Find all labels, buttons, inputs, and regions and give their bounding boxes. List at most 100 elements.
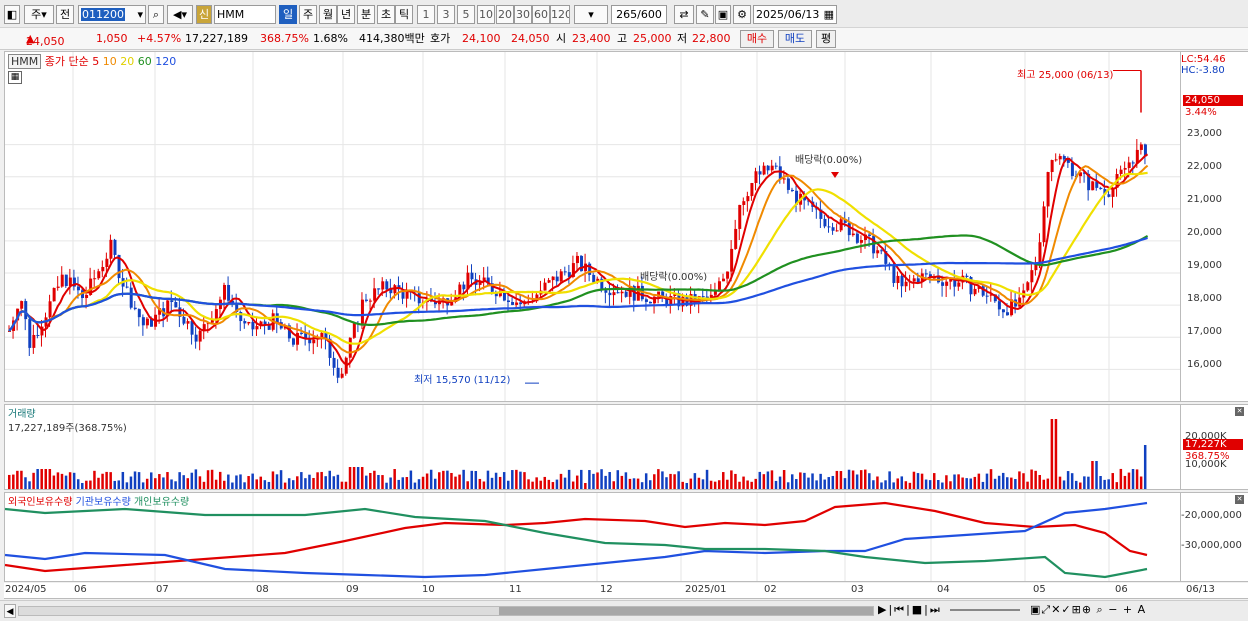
volume-bar	[726, 479, 729, 489]
minute-120[interactable]: 120	[550, 5, 570, 24]
candle-body	[547, 280, 551, 283]
stock-code-field[interactable]: 011200 ▾	[78, 5, 146, 24]
volume-bar	[48, 469, 52, 489]
volume-bar	[953, 474, 956, 489]
volume-bar	[567, 469, 571, 489]
minute-5[interactable]: 5	[457, 5, 475, 24]
candle-body	[835, 230, 839, 232]
volume-bar	[620, 475, 624, 489]
search-icon[interactable]: ⌕	[148, 5, 164, 24]
volume-bar	[945, 475, 948, 489]
tab-interval-year[interactable]: 년	[337, 5, 355, 24]
volume-bar	[81, 482, 84, 489]
volume-bar	[198, 476, 202, 489]
minute-10[interactable]: 10	[477, 5, 495, 24]
volume-bar	[693, 473, 697, 489]
quote-turnover: 1.68%	[313, 32, 348, 45]
candle-body	[369, 300, 373, 302]
volume-bar	[1026, 481, 1029, 489]
playback-controls[interactable]: ▶|⏮|■|⏭	[878, 603, 942, 617]
tool-icons[interactable]: ▣⤢✕✓⊞⊕ ⌕ − + A	[1030, 603, 1146, 617]
volume-bar	[677, 471, 680, 489]
legend-ma10: 10	[102, 55, 117, 68]
holdings-y-axis: ✕ -20,000,000 -30,000,000	[1181, 492, 1248, 582]
volume-bar	[993, 478, 997, 489]
volume-bar	[839, 471, 843, 489]
y-tick-20000: 20,000	[1187, 227, 1222, 238]
custom-minute-dropdown[interactable]: ▾	[574, 5, 608, 24]
price-title[interactable]: HMM	[8, 54, 42, 69]
gear-icon[interactable]: ⚙	[733, 5, 751, 24]
minute-3[interactable]: 3	[437, 5, 455, 24]
volume-bar	[600, 469, 603, 489]
period-dropdown[interactable]: 주▾	[24, 5, 54, 24]
buy-button[interactable]: 매수	[740, 30, 774, 48]
volume-bar	[831, 475, 835, 489]
sell-button[interactable]: 매도	[778, 30, 812, 48]
minute-60[interactable]: 60	[532, 5, 550, 24]
scroll-track[interactable]	[18, 606, 874, 616]
save-icon[interactable]: ▣	[715, 5, 731, 24]
candle-body	[1042, 206, 1046, 243]
volume-bar	[405, 477, 409, 489]
x-last-label: 06/13	[1186, 584, 1215, 595]
candle-body	[742, 201, 746, 205]
draw-tool-icon[interactable]: ✎	[696, 5, 714, 24]
candle-body	[575, 255, 579, 264]
candle-body	[1119, 169, 1123, 175]
speaker-icon[interactable]: ◀▾	[167, 5, 193, 24]
low-price: 22,800	[692, 32, 731, 45]
candle-body	[320, 332, 324, 338]
volume-bar	[1079, 482, 1082, 489]
calendar-icon[interactable]: ▦	[824, 6, 834, 23]
tab-interval-day[interactable]: 일	[279, 5, 297, 24]
candle-body	[336, 367, 340, 378]
minute-1[interactable]: 1	[417, 5, 435, 24]
close-volume-icon[interactable]: ✕	[1235, 407, 1244, 416]
table-icon[interactable]: ▦	[8, 71, 22, 84]
compare-chart-icon[interactable]: ⇄	[674, 5, 694, 24]
candle-body	[24, 301, 28, 320]
tab-interval-week[interactable]: 주	[299, 5, 317, 24]
tab-interval-minute[interactable]: 분	[357, 5, 375, 24]
eval-button[interactable]: 평	[816, 30, 836, 48]
tab-interval-month[interactable]: 월	[319, 5, 337, 24]
compare-button[interactable]: 전	[56, 5, 74, 24]
volume-bar	[24, 477, 27, 489]
x-label-6: 11	[509, 584, 522, 595]
quote-volume-ratio: 368.75%	[260, 32, 309, 45]
close-holdings-icon[interactable]: ✕	[1235, 495, 1244, 504]
price-legend: HMM 종가 단순 5 10 20 60 120	[8, 53, 176, 69]
volume-bar	[421, 476, 425, 489]
scroll-thumb[interactable]	[499, 607, 873, 615]
holdings-y-tick-1: -20,000,000	[1181, 510, 1242, 521]
volume-chart[interactable]	[4, 404, 1181, 490]
candle-body	[859, 240, 863, 243]
volume-bar	[1001, 472, 1005, 489]
volume-bar	[490, 477, 494, 489]
price-legend-label: 종가 단순	[44, 55, 89, 68]
candle-body	[766, 165, 770, 171]
date-value: 2025/06/13	[756, 8, 820, 21]
volume-bar	[267, 481, 271, 489]
candle-body	[762, 165, 766, 175]
chart-menu-icon[interactable]: ◧	[4, 5, 20, 24]
count-field[interactable]: 265/600	[611, 5, 667, 24]
candle-body	[945, 281, 949, 286]
volume-bar	[1087, 476, 1090, 489]
volume-bar	[190, 472, 194, 489]
candle-body	[251, 321, 255, 330]
tab-interval-tick[interactable]: 틱	[395, 5, 413, 24]
zoom-slider[interactable]	[950, 609, 1020, 611]
volume-bar	[44, 469, 48, 489]
price-chart[interactable]	[4, 51, 1181, 402]
minute-30[interactable]: 30	[514, 5, 532, 24]
new-badge[interactable]: 신	[196, 5, 212, 24]
legend-ma20: 20	[120, 55, 135, 68]
stock-name-field[interactable]: HMM	[214, 5, 276, 24]
tab-interval-second[interactable]: 초	[377, 5, 395, 24]
minute-20[interactable]: 20	[496, 5, 514, 24]
date-field[interactable]: 2025/06/13 ▦	[753, 5, 837, 24]
scroll-left-icon[interactable]: ◀	[4, 604, 16, 618]
candle-body	[868, 234, 872, 236]
